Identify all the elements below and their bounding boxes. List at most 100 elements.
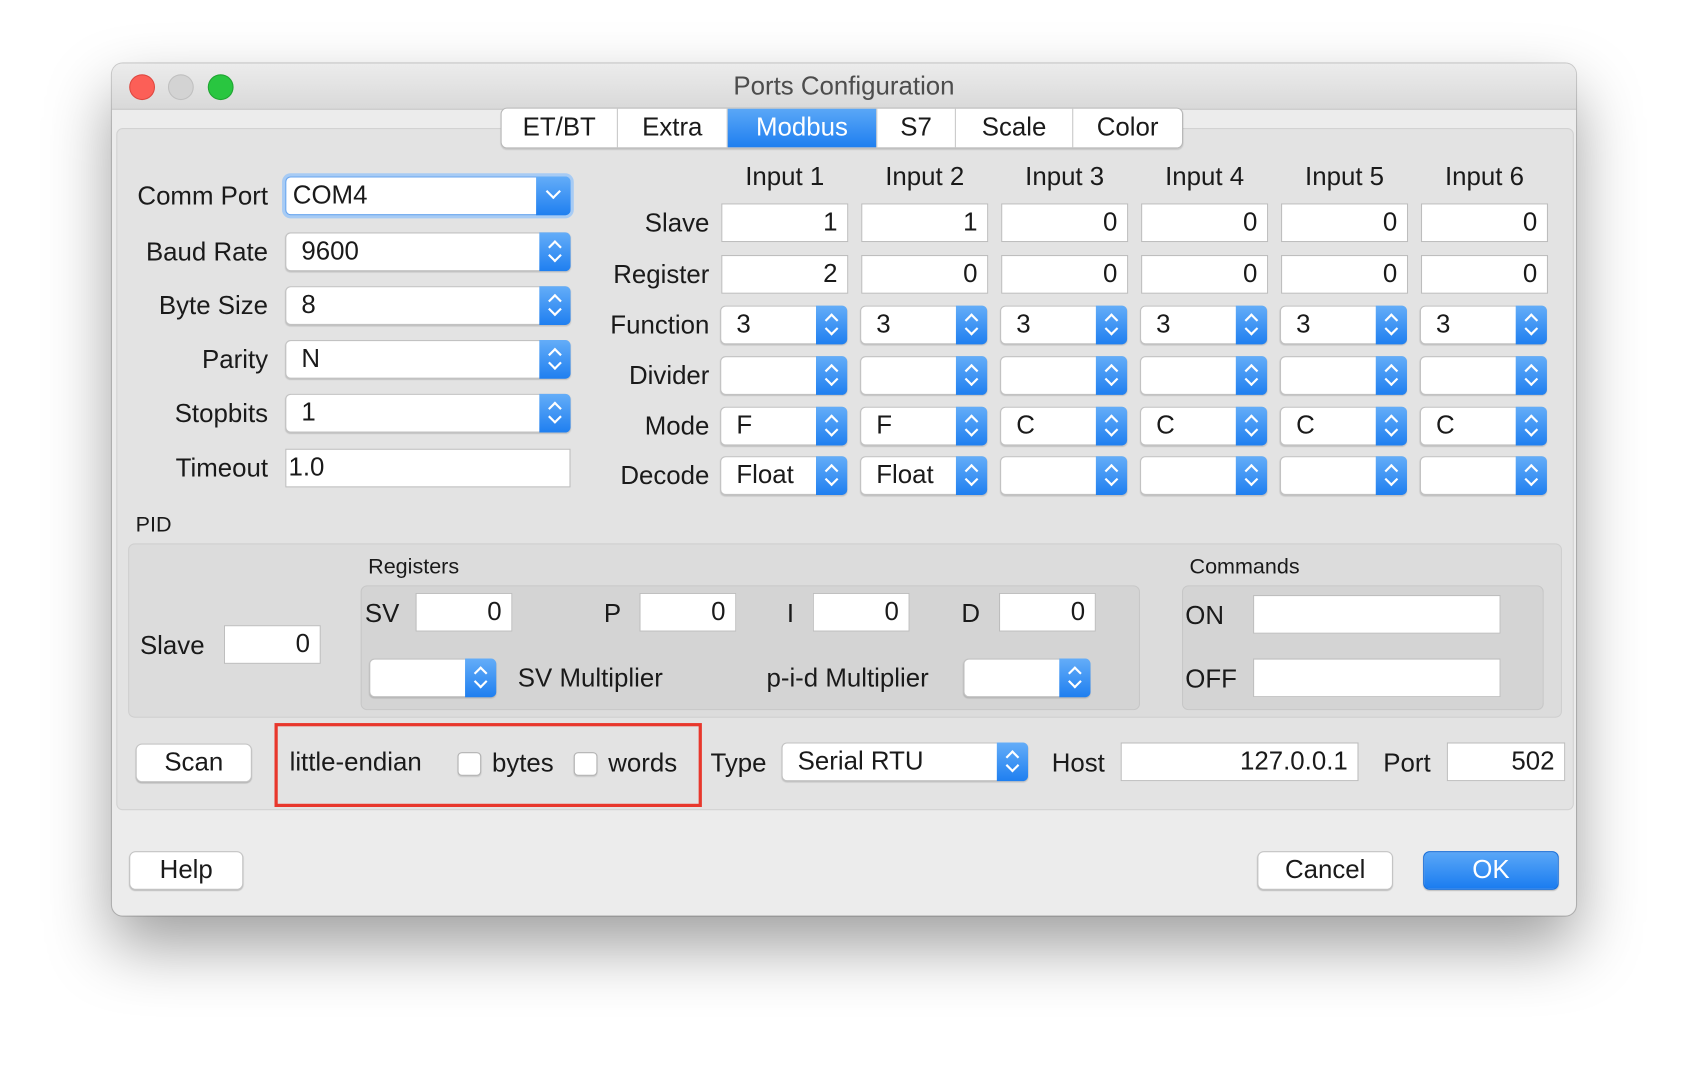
on-command-field[interactable] — [1253, 595, 1501, 634]
input-1-divider-select[interactable] — [720, 356, 848, 395]
i-field[interactable]: 0 — [812, 592, 910, 632]
input-2-register-field[interactable]: 0 — [861, 255, 989, 294]
input-2-divider-select[interactable] — [860, 356, 988, 395]
input-1-function-select[interactable]: 3 — [720, 305, 848, 345]
input-4-decode-select[interactable] — [1140, 456, 1268, 495]
updown-arrows-icon[interactable] — [955, 456, 988, 495]
help-button[interactable]: Help — [129, 851, 244, 890]
input-4-slave-field[interactable]: 0 — [1141, 203, 1269, 243]
input-5-decode-select[interactable] — [1279, 456, 1407, 495]
updown-arrows-icon[interactable] — [1235, 456, 1268, 495]
updown-arrows-icon[interactable] — [1095, 305, 1128, 345]
input-5-mode-select[interactable]: C — [1279, 406, 1407, 446]
updown-arrows-icon[interactable] — [996, 742, 1029, 782]
input-6-register-field[interactable]: 0 — [1420, 255, 1549, 294]
i-label: I — [786, 599, 795, 629]
input-2-slave-field[interactable]: 1 — [861, 203, 989, 243]
input-1-register-field[interactable]: 2 — [721, 255, 849, 294]
input-3-slave-field[interactable]: 0 — [1001, 203, 1129, 243]
updown-arrows-icon[interactable] — [1515, 305, 1547, 345]
byte-size-label: Byte Size — [158, 291, 269, 321]
pid-multiplier-select[interactable] — [963, 658, 1091, 698]
pid-multiplier-label: p-i-d Multiplier — [766, 663, 929, 693]
input-5-function-select[interactable]: 3 — [1279, 305, 1407, 345]
updown-arrows-icon[interactable] — [1375, 406, 1407, 446]
tab-et-bt[interactable]: ET/BT — [502, 108, 618, 148]
updown-arrows-icon[interactable] — [815, 456, 848, 495]
ok-button[interactable]: OK — [1423, 851, 1559, 890]
updown-arrows-icon[interactable] — [1515, 406, 1547, 446]
input-6-mode-select[interactable]: C — [1419, 406, 1547, 446]
p-field[interactable]: 0 — [639, 592, 737, 632]
input-4-function-select[interactable]: 3 — [1140, 305, 1268, 345]
updown-arrows-icon[interactable] — [955, 406, 988, 446]
input-4-register-field[interactable]: 0 — [1141, 255, 1269, 294]
tab-s7[interactable]: S7 — [877, 108, 956, 148]
input-2-function-select[interactable]: 3 — [860, 305, 988, 345]
input-1-decode-value: Float — [736, 460, 794, 490]
updown-arrows-icon[interactable] — [1375, 456, 1407, 495]
p-label: P — [603, 599, 622, 629]
updown-arrows-icon[interactable] — [815, 305, 848, 345]
input-5-divider-select[interactable] — [1279, 356, 1407, 395]
input-5-register-field[interactable]: 0 — [1281, 255, 1409, 294]
port-field[interactable]: 502 — [1446, 742, 1566, 782]
input-4-mode-select[interactable]: C — [1140, 406, 1268, 446]
updown-arrows-icon[interactable] — [1235, 305, 1268, 345]
updown-arrows-icon[interactable] — [1375, 305, 1407, 345]
updown-arrows-icon[interactable] — [955, 305, 988, 345]
input-3-function-select[interactable]: 3 — [1000, 305, 1128, 345]
input-6-decode-select[interactable] — [1419, 456, 1547, 495]
input-4-divider-select[interactable] — [1140, 356, 1268, 395]
updown-arrows-icon[interactable] — [1095, 456, 1128, 495]
updown-arrows-icon[interactable] — [955, 356, 988, 395]
baud-rate-value: 9600 — [301, 236, 359, 266]
input-3-divider-select[interactable] — [1000, 356, 1128, 395]
updown-arrows-icon[interactable] — [1095, 406, 1128, 446]
input-5-slave-field[interactable]: 0 — [1281, 203, 1409, 243]
tab-scale[interactable]: Scale — [956, 108, 1074, 148]
input-3-mode-select[interactable]: C — [1000, 406, 1128, 446]
baud-rate-label: Baud Rate — [145, 237, 269, 267]
type-select[interactable]: Serial RTU — [781, 742, 1029, 782]
input-3-decode-select[interactable] — [1000, 456, 1128, 495]
divider-row-label: Divider — [629, 361, 710, 391]
updown-arrows-icon[interactable] — [1059, 658, 1091, 698]
input-6-function-value: 3 — [1436, 309, 1451, 339]
host-field[interactable]: 127.0.0.1 — [1120, 742, 1359, 782]
updown-arrows-icon[interactable] — [815, 406, 848, 446]
input-6-slave-field[interactable]: 0 — [1420, 203, 1549, 243]
updown-arrows-icon[interactable] — [1515, 456, 1547, 495]
input-6-divider-select[interactable] — [1419, 356, 1547, 395]
input-6-header: Input 6 — [1444, 162, 1525, 192]
window-title: Ports Configuration — [733, 72, 955, 102]
parity-label: Parity — [201, 345, 269, 375]
sv-multiplier-select[interactable] — [369, 658, 497, 698]
input-3-register-field[interactable]: 0 — [1001, 255, 1129, 294]
tab-color[interactable]: Color — [1073, 109, 1182, 148]
input-6-function-select[interactable]: 3 — [1419, 305, 1547, 345]
pid-slave-field[interactable]: 0 — [223, 625, 321, 664]
tab-modbus[interactable]: Modbus — [727, 108, 878, 148]
input-2-mode-select[interactable]: F — [860, 406, 988, 446]
sv-field[interactable]: 0 — [415, 592, 513, 632]
updown-arrows-icon[interactable] — [1095, 356, 1128, 395]
updown-arrows-icon[interactable] — [1235, 356, 1268, 395]
tab-extra[interactable]: Extra — [618, 108, 728, 148]
input-4-function-value: 3 — [1156, 309, 1171, 339]
input-1-mode-select[interactable]: F — [720, 406, 848, 446]
cancel-button[interactable]: Cancel — [1257, 851, 1393, 890]
input-2-decode-select[interactable]: Float — [860, 456, 988, 495]
input-1-decode-select[interactable]: Float — [720, 456, 848, 495]
updown-arrows-icon[interactable] — [1515, 356, 1547, 395]
comm-port-value[interactable]: COM4 — [293, 178, 368, 215]
scan-button[interactable]: Scan — [135, 743, 252, 783]
highlight-box — [274, 723, 702, 807]
updown-arrows-icon[interactable] — [465, 658, 497, 698]
updown-arrows-icon[interactable] — [815, 356, 848, 395]
off-command-field[interactable] — [1253, 658, 1501, 698]
input-1-slave-field[interactable]: 1 — [721, 203, 849, 243]
updown-arrows-icon[interactable] — [1375, 356, 1407, 395]
updown-arrows-icon[interactable] — [1235, 406, 1268, 446]
d-field[interactable]: 0 — [998, 592, 1096, 632]
